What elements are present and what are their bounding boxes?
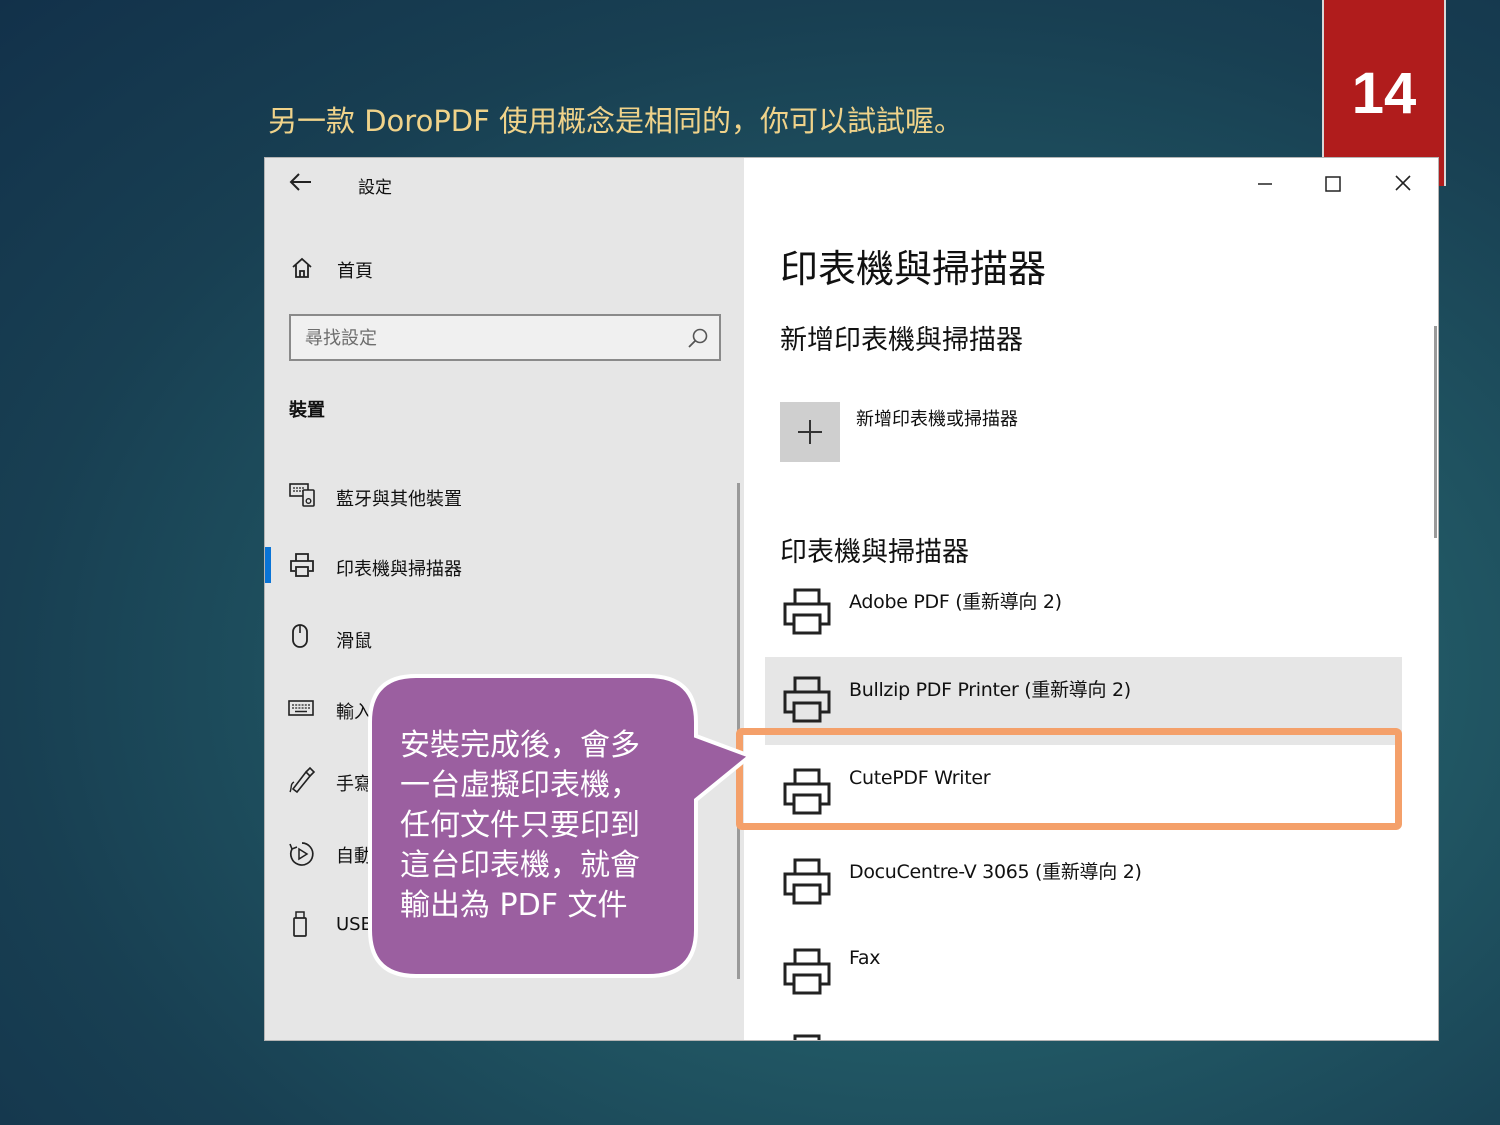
home-icon: [292, 257, 312, 278]
printer-icon: [783, 588, 831, 635]
sidebar-item-bluetooth[interactable]: 藍牙與其他裝置: [265, 466, 744, 526]
printer-icon: [783, 676, 831, 723]
add-section-title: 新增印表機與掃描器: [780, 325, 1023, 356]
printer-name: Fax: [849, 947, 881, 969]
page-title: 印表機與掃描器: [780, 247, 1047, 291]
printer-icon: [783, 948, 831, 995]
mouse-icon: [292, 624, 308, 648]
search-input[interactable]: [305, 322, 675, 354]
printer-item[interactable]: DocuCentre-V 3065 (重新導向 2): [765, 839, 1402, 927]
section-heading: 裝置: [289, 400, 325, 421]
minimize-icon[interactable]: [1242, 166, 1288, 202]
plus-icon: [798, 420, 822, 444]
sidebar-item-label: 藍牙與其他裝置: [336, 489, 462, 510]
back-arrow-icon[interactable]: [289, 172, 313, 192]
maximize-icon[interactable]: [1310, 166, 1356, 202]
search-field[interactable]: [289, 314, 721, 361]
printer-icon-partial: [793, 1034, 821, 1040]
app-title: 設定: [358, 178, 392, 198]
usb-icon: [293, 911, 307, 937]
callout-line: 安裝完成後，會多: [400, 728, 640, 763]
callout-line: 輸出為 PDF 文件: [400, 888, 628, 923]
search-icon[interactable]: [687, 327, 709, 349]
sidebar-item-mouse[interactable]: 滑鼠: [265, 608, 744, 668]
printer-item[interactable]: Adobe PDF (重新導向 2): [765, 569, 1402, 657]
callout-line: 任何文件只要印到: [400, 808, 640, 843]
main-content: 印表機與掃描器 新增印表機與掃描器 新增印表機或掃描器 印表機與掃描器 Adob…: [744, 158, 1438, 1040]
callout-line: 一台虛擬印表機，: [400, 768, 640, 803]
sidebar-item-label: 滑鼠: [336, 631, 372, 652]
pen-icon: [289, 766, 316, 794]
callout-line: 這台印表機，就會: [400, 848, 640, 883]
printer-icon: [783, 858, 831, 905]
keyboard-icon: [288, 700, 314, 716]
printers-section-title: 印表機與掃描器: [780, 537, 969, 568]
sidebar-item-label: 首頁: [337, 261, 373, 282]
main-scrollbar[interactable]: [1434, 326, 1437, 538]
highlight-box: [736, 728, 1402, 830]
printer-name: Adobe PDF (重新導向 2): [849, 591, 1062, 613]
add-printer-label[interactable]: 新增印表機或掃描器: [856, 405, 1018, 431]
sidebar-item-printers[interactable]: 印表機與掃描器: [265, 536, 744, 596]
autoplay-icon: [289, 842, 314, 866]
slide-title: 另一款 DoroPDF 使用概念是相同的，你可以試試喔。: [268, 104, 964, 138]
printer-icon: [290, 553, 314, 577]
close-icon[interactable]: [1380, 166, 1426, 202]
printer-item[interactable]: Fax: [765, 929, 1402, 1017]
callout-text: 安裝完成後，會多 一台虛擬印表機， 任何文件只要印到 這台印表機，就會 輸出為 …: [400, 726, 690, 926]
bluetooth-devices-icon: [289, 483, 315, 507]
sidebar-item-home[interactable]: 首頁: [265, 238, 744, 298]
add-printer-button[interactable]: [780, 402, 840, 462]
printer-name: Bullzip PDF Printer (重新導向 2): [849, 679, 1131, 701]
sidebar-item-label: 印表機與掃描器: [336, 559, 462, 580]
printer-name: DocuCentre-V 3065 (重新導向 2): [849, 861, 1142, 883]
